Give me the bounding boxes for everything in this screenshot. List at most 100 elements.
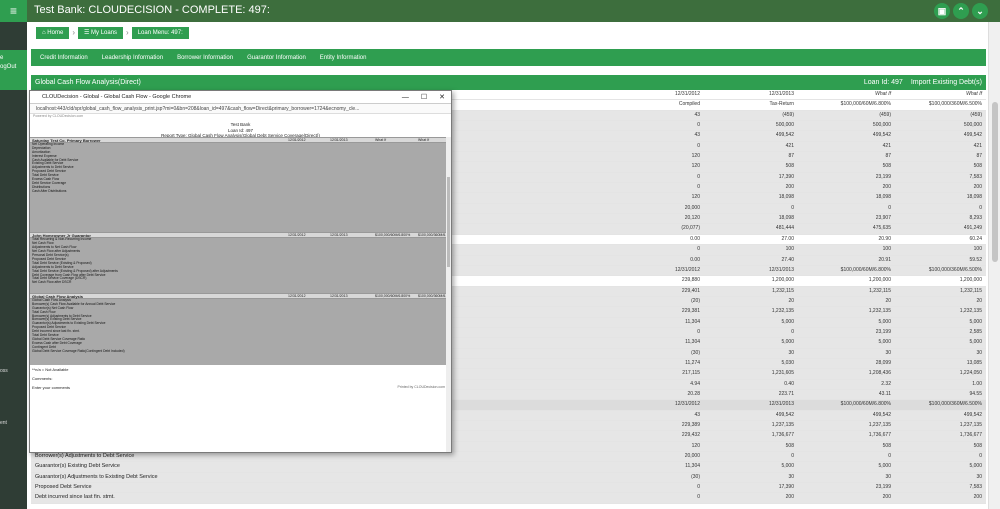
table-cell: 500,000 xyxy=(872,122,891,129)
import-existing-debts-link[interactable]: Import Existing Debt(s) xyxy=(911,75,982,90)
table-cell: 0 xyxy=(697,246,700,253)
table-cell: 120 xyxy=(691,163,700,170)
maximize-icon[interactable]: ☐ xyxy=(421,91,427,104)
table-cell: 1,232,135 xyxy=(771,308,794,315)
table-cell: 4.94 xyxy=(690,380,700,387)
table-cell: 17,390 xyxy=(778,484,794,491)
table-cell: 7,583 xyxy=(969,484,982,491)
minimize-icon[interactable]: — xyxy=(402,91,409,104)
table-cell: 100 xyxy=(882,246,891,253)
table-cell: 100 xyxy=(785,246,794,253)
table-cell: 508 xyxy=(973,442,982,449)
table-cell: 1,232,115 xyxy=(772,287,794,294)
table-cell: 30 xyxy=(976,473,982,480)
table-cell: 499,542 xyxy=(775,411,794,418)
report-printed-by: Printed by CLOUDecision.com xyxy=(397,385,445,390)
breadcrumb-my-loans[interactable]: ☰ My Loans xyxy=(77,27,124,39)
table-cell: 18,098 xyxy=(778,194,794,201)
report-scrollbar[interactable] xyxy=(446,137,451,452)
tab-leadership-information[interactable]: Leadership Information xyxy=(102,55,163,61)
table-cell: 11,304 xyxy=(685,339,700,346)
table-cell: 5,000 xyxy=(781,339,794,346)
table-cell: 7,583 xyxy=(969,173,982,180)
tab-entity-information[interactable]: Entity Information xyxy=(320,55,367,61)
breadcrumb-home[interactable]: ⌂ Home xyxy=(36,27,70,39)
window-titlebar[interactable]: CLOUDecision - Global - Global Cash Flow… xyxy=(30,91,451,104)
table-cell: 28,099 xyxy=(875,359,891,366)
table-cell: What If xyxy=(966,91,982,97)
save-icon[interactable]: ▣ xyxy=(934,3,950,19)
table-cell: 1,231,605 xyxy=(771,370,794,377)
table-cell: 0 xyxy=(697,122,700,129)
tab-borrower-information[interactable]: Borrower Information xyxy=(177,55,233,61)
table-cell: 239,880 xyxy=(681,277,700,284)
hamburger-icon[interactable]: ≡ xyxy=(0,0,27,22)
breadcrumb-loan-menu[interactable]: Loan Menu: 497: xyxy=(131,27,189,39)
table-cell: 5,000 xyxy=(969,339,982,346)
section-header: Global Cash Flow Analysis(Direct) Loan I… xyxy=(31,75,986,90)
section-title: Global Cash Flow Analysis(Direct) xyxy=(35,79,141,86)
sidebar-user-tab[interactable]: e ogOut xyxy=(0,50,27,90)
table-cell: 2.32 xyxy=(881,380,891,387)
table-cell: 1,208,436 xyxy=(868,370,891,377)
page-scrollbar[interactable] xyxy=(988,22,1000,509)
table-cell: 20 xyxy=(788,297,794,304)
breadcrumb-separator-icon: › xyxy=(126,28,129,37)
tab-guarantor-information[interactable]: Guarantor Information xyxy=(247,55,306,61)
table-cell: 1,200,000 xyxy=(959,277,982,284)
table-cell: 87 xyxy=(885,153,891,160)
address-bar[interactable]: localhost:443/cld/spr/global_cash_flow_a… xyxy=(30,104,451,114)
table-cell: 23,199 xyxy=(875,173,891,180)
table-row: Guarantor(s) Existing Debt Service 11,304… xyxy=(31,462,986,473)
table-cell: 5,000 xyxy=(969,318,982,325)
comments-input[interactable]: Enter your comments xyxy=(30,383,451,392)
table-cell: 13,085 xyxy=(966,359,982,366)
report-body: Saturday Test Co. Primary Borrower 12/31/… xyxy=(30,137,451,452)
chevron-down-icon[interactable]: ⌄ xyxy=(972,3,988,19)
print-preview-window[interactable]: CLOUDecision - Global - Global Cash Flow… xyxy=(29,90,452,453)
table-cell: 20,000 xyxy=(684,453,700,460)
table-cell: 229,401 xyxy=(681,287,700,294)
report-section-block: Total Recurring & Non-Recurring Income Ne… xyxy=(30,238,451,293)
chevron-up-icon[interactable]: ⌃ xyxy=(953,3,969,19)
table-cell: 200 xyxy=(973,184,982,191)
table-cell: 491,249 xyxy=(963,225,982,232)
sidebar-logout-link[interactable]: ogOut xyxy=(0,63,27,72)
table-cell: Compiled xyxy=(678,101,700,108)
tab-credit-information[interactable]: Credit Information xyxy=(40,55,88,61)
table-cell: 1,237,135 xyxy=(959,422,982,428)
table-cell: 200 xyxy=(973,494,982,501)
table-row: Guarantor(s) Adjustments to Existing Deb… xyxy=(31,472,986,484)
table-cell: 30 xyxy=(976,349,982,356)
table-cell: $100,000/360M/6.500% xyxy=(928,401,982,408)
table-cell: 20.28 xyxy=(687,390,700,397)
report-footer-text: Comments: xyxy=(32,376,53,382)
sidebar-item-label[interactable]: oss xyxy=(0,368,27,374)
table-cell: 0 xyxy=(697,484,700,491)
table-cell: 60.24 xyxy=(969,235,982,242)
table-cell: 12/31/2013 xyxy=(768,91,794,97)
table-cell: 5,000 xyxy=(878,318,891,325)
report-scrollbar-thumb[interactable] xyxy=(447,177,450,267)
table-cell: $100,000/60M/6.800% xyxy=(840,266,891,273)
table-cell: 1,736,677 xyxy=(771,432,794,439)
table-cell: 508 xyxy=(785,163,794,170)
table-cell: 30 xyxy=(788,349,794,356)
table-cell: 43 xyxy=(694,111,700,118)
table-cell: 0.00 xyxy=(690,256,700,263)
sidebar-item-label[interactable]: ent xyxy=(0,420,27,426)
table-cell: (20) xyxy=(691,297,700,304)
close-icon[interactable]: ✕ xyxy=(439,91,445,104)
table-cell: 23,199 xyxy=(875,328,891,335)
table-cell: 200 xyxy=(882,494,891,501)
table-cell: 0 xyxy=(697,328,700,335)
table-cell: 508 xyxy=(973,163,982,170)
row-label: Proposed Debt Service xyxy=(35,484,92,491)
table-cell: 229,389 xyxy=(681,422,700,428)
table-cell: 12/31/2012 xyxy=(674,401,700,408)
table-cell: 20.90 xyxy=(878,235,891,242)
scrollbar-thumb[interactable] xyxy=(992,102,998,262)
powered-by: Powered by CLOUDecision.com xyxy=(33,114,84,118)
table-cell: 1,232,115 xyxy=(869,287,891,294)
report-line-label: Cash After Distributions xyxy=(32,188,67,193)
